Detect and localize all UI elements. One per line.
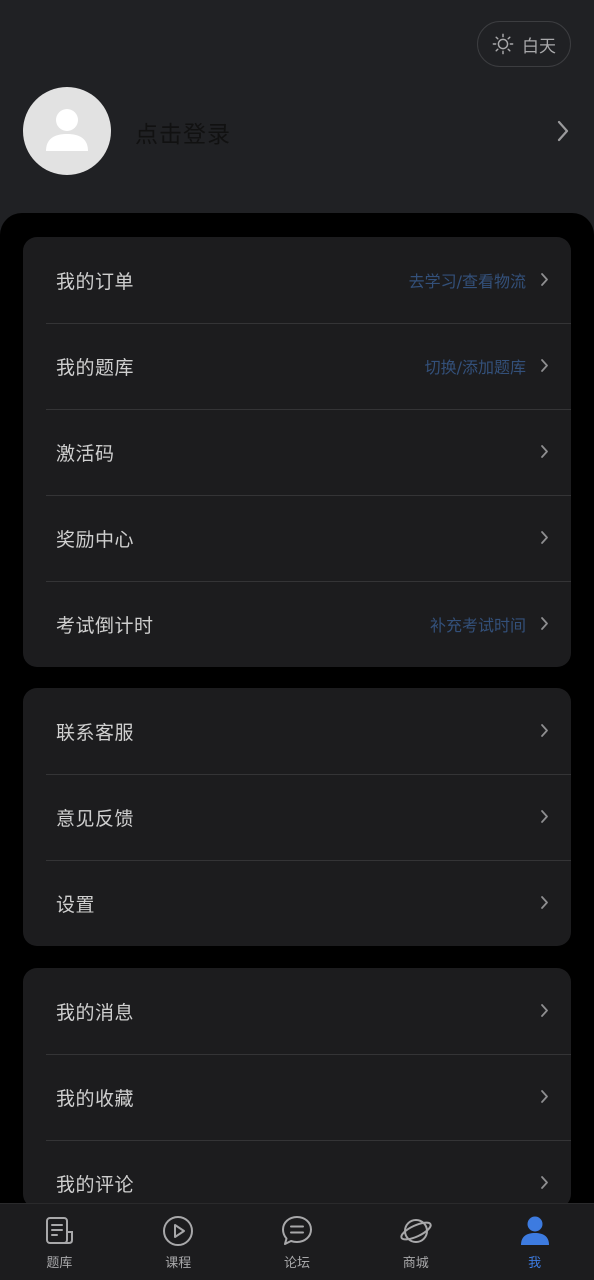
chevron-right-icon	[541, 359, 548, 372]
login-prompt[interactable]: 点击登录	[135, 115, 231, 149]
list-item-label: 意见反馈	[56, 807, 135, 830]
nav-item-question-bank[interactable]: 题库	[0, 1204, 119, 1280]
bottom-nav: 题库 课程 论坛 商城 我	[0, 1203, 594, 1280]
nav-label: 题库	[46, 1256, 73, 1271]
chevron-right-icon[interactable]	[556, 119, 570, 143]
list-item-label: 我的题库	[56, 356, 135, 379]
list-item-label: 考试倒计时	[56, 614, 154, 637]
list-item-hint: 切换/添加题库	[424, 358, 526, 377]
list-item-label: 联系客服	[56, 721, 135, 744]
nav-label: 商城	[402, 1256, 429, 1271]
planet-icon	[400, 1219, 432, 1243]
question-bank-icon	[46, 1217, 74, 1244]
list-item[interactable]: 我的收藏	[23, 1054, 571, 1140]
play-circle-icon	[163, 1216, 194, 1246]
chevron-right-icon	[541, 1004, 548, 1017]
list-item-label: 我的订单	[56, 270, 135, 293]
support-card: 联系客服意见反馈设置	[23, 688, 571, 946]
nav-item-forum[interactable]: 论坛	[238, 1204, 357, 1280]
avatar[interactable]	[23, 87, 111, 175]
chevron-right-icon	[541, 724, 548, 737]
chevron-right-icon	[541, 810, 548, 823]
theme-toggle-button[interactable]: 白天	[477, 21, 571, 67]
list-item[interactable]: 我的消息	[23, 968, 571, 1054]
profile-header: 白天 点击登录	[0, 0, 594, 240]
chevron-right-icon	[541, 617, 548, 630]
list-item[interactable]: 我的评论	[23, 1140, 571, 1208]
nav-label: 课程	[165, 1256, 192, 1271]
list-item-label: 我的评论	[56, 1173, 135, 1196]
nav-label: 论坛	[283, 1256, 310, 1271]
list-item[interactable]: 意见反馈	[23, 774, 571, 860]
list-item-label: 奖励中心	[56, 528, 135, 551]
nav-item-mall[interactable]: 商城	[356, 1204, 475, 1280]
default-avatar-icon	[46, 109, 88, 151]
list-item[interactable]: 我的订单 去学习/查看物流	[23, 237, 571, 323]
profile-screen: 白天 点击登录 我的订单 去学习/查看物流我的题库 切换/添加题库激活码奖励中心考试…	[0, 0, 594, 1280]
theme-toggle-label: 白天	[522, 36, 556, 57]
activity-card: 我的消息我的收藏我的评论	[23, 968, 571, 1208]
list-item[interactable]: 联系客服	[23, 688, 571, 774]
list-item-hint: 去学习/查看物流	[408, 272, 526, 291]
list-item[interactable]: 考试倒计时 补充考试时间	[23, 581, 571, 667]
list-item-label: 我的消息	[56, 1001, 135, 1024]
chevron-right-icon	[541, 445, 548, 458]
nav-item-me[interactable]: 我	[475, 1204, 594, 1280]
list-item[interactable]: 我的题库 切换/添加题库	[23, 323, 571, 409]
chevron-right-icon	[541, 531, 548, 544]
chat-bubble-icon	[281, 1216, 312, 1245]
list-item[interactable]: 激活码	[23, 409, 571, 495]
chevron-right-icon	[541, 273, 548, 286]
chevron-right-icon	[541, 1090, 548, 1103]
chevron-right-icon	[541, 896, 548, 909]
nav-item-courses[interactable]: 课程	[119, 1204, 238, 1280]
list-item-label: 我的收藏	[56, 1087, 135, 1110]
list-item-label: 设置	[56, 893, 96, 916]
sun-icon	[492, 33, 514, 55]
nav-label: 我	[528, 1256, 542, 1271]
list-item[interactable]: 设置	[23, 860, 571, 946]
list-item-label: 激活码	[56, 442, 115, 465]
list-item-hint: 补充考试时间	[429, 616, 526, 635]
list-item[interactable]: 奖励中心	[23, 495, 571, 581]
person-icon	[520, 1216, 549, 1245]
account-card: 我的订单 去学习/查看物流我的题库 切换/添加题库激活码奖励中心考试倒计时 补充考试时…	[23, 237, 571, 667]
chevron-right-icon	[541, 1176, 548, 1189]
